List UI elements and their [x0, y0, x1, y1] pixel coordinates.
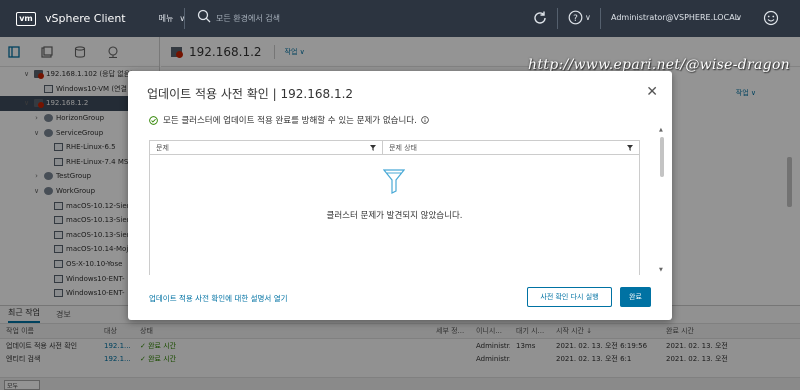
dialog-title: 업데이트 적용 사전 확인 | 192.168.1.2 — [147, 87, 354, 101]
menu-button[interactable]: 메뉴 — [159, 13, 174, 24]
open-docs-link[interactable]: 업데이트 적용 사전 확인에 대한 설명서 열기 — [149, 293, 288, 304]
help-icon[interactable]: ? — [568, 10, 583, 25]
chevron-down-icon[interactable]: ∨ — [585, 13, 591, 22]
close-icon[interactable]: ✕ — [646, 85, 658, 99]
scrollbar[interactable]: ▲ ▼ — [658, 127, 666, 275]
column-issue-status[interactable]: 문제 상태 — [382, 141, 639, 154]
user-menu[interactable]: Administrator@VSPHERE.LOCAL — [611, 13, 739, 22]
status-text: 모든 클러스터에 업데이트 적용 완료를 방해할 수 있는 문제가 없습니다. — [163, 116, 417, 126]
empty-state-text: 클러스터 문제가 발견되지 않았습니다. — [326, 211, 463, 221]
scroll-down-icon[interactable]: ▼ — [659, 267, 663, 273]
column-label: 문제 — [156, 143, 169, 152]
done-button[interactable]: 완료 — [620, 287, 651, 307]
column-issue[interactable]: 문제 — [150, 141, 382, 154]
issues-grid: 문제 문제 상태 클러스터 문제가 발견되지 않았습니다. — [149, 140, 640, 275]
chevron-down-icon[interactable]: ∨ — [736, 13, 742, 22]
remediation-precheck-dialog: 업데이트 적용 사전 확인 | 192.168.1.2 ✕ 모든 클러스터에 업… — [128, 71, 672, 320]
app-title[interactable]: vSphere Client — [45, 12, 126, 25]
search-icon[interactable] — [197, 9, 211, 23]
column-label: 문제 상태 — [389, 143, 417, 152]
search-input[interactable]: 모든 환경에서 검색 — [216, 13, 280, 24]
grid-header: 문제 문제 상태 — [150, 141, 639, 155]
rerun-precheck-button[interactable]: 사전 확인 다시 실행 — [527, 287, 612, 307]
divider — [557, 8, 558, 29]
empty-filter-icon — [383, 169, 405, 194]
divider — [184, 8, 185, 29]
scrollbar-thumb[interactable] — [660, 137, 664, 177]
info-icon[interactable] — [421, 116, 429, 124]
top-header: vm vSphere Client 메뉴 ∨ 모든 환경에서 검색 ? ∨ Ad… — [0, 0, 800, 37]
scroll-up-icon[interactable]: ▲ — [659, 127, 663, 133]
check-circle-icon — [149, 115, 158, 125]
feedback-smile-icon[interactable] — [763, 10, 779, 26]
status-message: 모든 클러스터에 업데이트 적용 완료를 방해할 수 있는 문제가 없습니다. — [149, 114, 429, 126]
divider — [600, 8, 601, 29]
vmware-logo[interactable]: vm — [16, 11, 36, 26]
filter-icon[interactable] — [370, 145, 376, 151]
filter-icon[interactable] — [627, 145, 633, 151]
svg-text:?: ? — [573, 14, 578, 24]
refresh-icon[interactable] — [532, 10, 548, 26]
